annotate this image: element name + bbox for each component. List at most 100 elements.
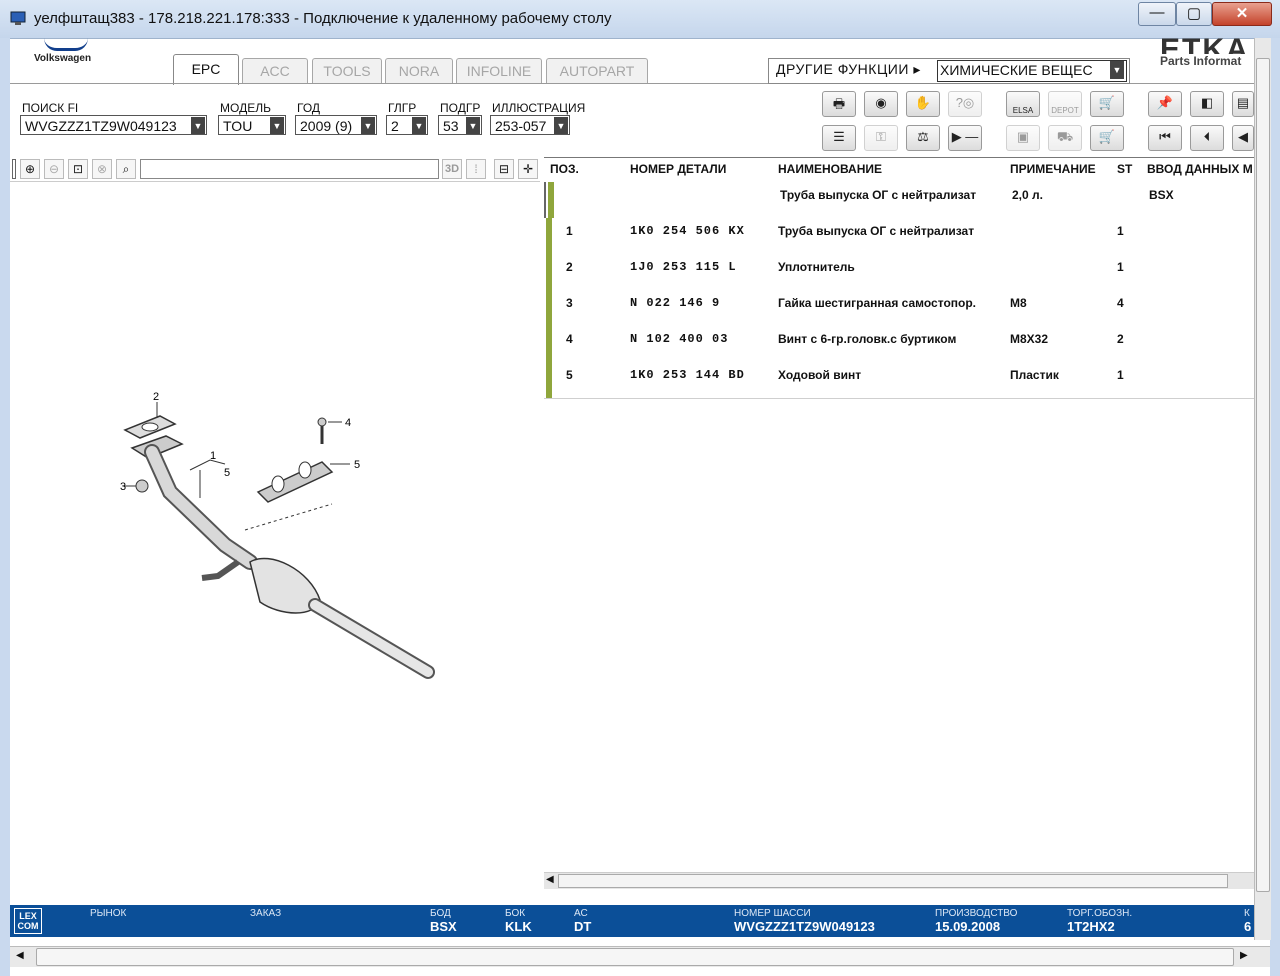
pin-button[interactable]: 📌	[1148, 91, 1182, 117]
scroll-right-icon[interactable]: ▶	[1240, 950, 1248, 961]
tab-tools[interactable]: TOOLS	[312, 58, 382, 83]
table-row[interactable]: 3 N 022 146 9 Гайка шестигранная самосто…	[544, 290, 1254, 327]
scale-button[interactable]: ⚖	[906, 125, 940, 151]
arrow-left-icon: ◀	[1238, 129, 1248, 144]
row-marker	[548, 182, 554, 218]
col-name[interactable]: НАИМЕНОВАНИЕ	[778, 162, 882, 176]
table-header-row[interactable]: Труба выпуска ОГ с нейтрализат 2,0 л. BS…	[544, 182, 1256, 219]
truck-icon: ⛟	[1056, 129, 1074, 144]
handshake-button[interactable]: ✋	[906, 91, 940, 117]
tab-infoline[interactable]: INFOLINE	[456, 58, 542, 83]
bracket-part[interactable]	[256, 461, 334, 503]
chevron-down-icon[interactable]: ▼	[361, 117, 375, 134]
chevron-down-icon[interactable]: ▼	[466, 117, 480, 134]
col-st[interactable]: ST	[1117, 162, 1132, 176]
image-search-input[interactable]	[140, 159, 439, 179]
zoom-out-icon[interactable]: ⊖	[44, 159, 64, 179]
tab-epc[interactable]: EPC	[173, 54, 239, 85]
other-functions-label[interactable]: ДРУГИЕ ФУНКЦИИ ▸	[776, 61, 921, 78]
screw-part[interactable]	[317, 417, 327, 427]
doc-button[interactable]: ▤	[1232, 91, 1254, 117]
model-select[interactable]: TOU ▼	[218, 115, 286, 135]
vertical-scroll-thumb[interactable]	[1256, 58, 1270, 892]
etka-subtitle: Parts Informat	[1160, 54, 1242, 68]
sub-group-label: ПОДГР	[440, 101, 481, 115]
table-row[interactable]: 4 N 102 400 03 Винт с 6-гр.головк.с бурт…	[544, 326, 1254, 363]
lexcom-logo: LEX COM	[14, 908, 42, 934]
callout-4: 4	[345, 417, 351, 429]
chassis-value: WVGZZZ1TZ9W049123	[734, 919, 875, 934]
illustration-label: ИЛЛЮСТРАЦИЯ	[492, 101, 586, 115]
col-part-number[interactable]: НОМЕР ДЕТАЛИ	[630, 162, 726, 176]
cart-button[interactable]: 🛒	[1090, 125, 1124, 151]
step-back-icon: ⏴	[1203, 129, 1211, 144]
market-label: РЫНОК	[90, 908, 127, 919]
tab-nora[interactable]: NORA	[385, 58, 453, 83]
print-button[interactable]: 🖶	[822, 91, 856, 117]
chevron-down-icon[interactable]: ▼	[191, 117, 205, 134]
illustration-select[interactable]: 253-057 ▼	[490, 115, 570, 135]
search-icon[interactable]: ⌕	[116, 159, 136, 179]
tab-acc[interactable]: ACC	[242, 58, 308, 83]
depot-button[interactable]: DEPOT	[1048, 91, 1082, 117]
book-icon: ◧	[1200, 95, 1214, 110]
key-icon: ⚿	[876, 129, 886, 144]
bod-value: BSX	[430, 919, 457, 934]
table-row[interactable]: 5 1K0 253 144 BD Ходовой винт Пластик 1	[544, 362, 1254, 399]
col-data-entry[interactable]: ВВОД ДАННЫХ М	[1147, 162, 1253, 176]
zoom-area-icon[interactable]: ⊗	[92, 159, 112, 179]
first-button[interactable]: ⏮	[1148, 125, 1182, 151]
monitor-icon: ▣	[1016, 129, 1030, 144]
play-button[interactable]: ▶ —	[948, 125, 982, 151]
trade-label: ТОРГ.ОБОЗН.	[1067, 908, 1133, 919]
zoom-fit-icon[interactable]: ⊡	[68, 159, 88, 179]
year-select[interactable]: 2009 (9) ▼	[295, 115, 377, 135]
close-button[interactable]: ✕	[1212, 2, 1272, 26]
list-button[interactable]: ☰	[822, 125, 856, 151]
sub-group-select[interactable]: 53 ▼	[438, 115, 482, 135]
previous-button[interactable]: ⏴	[1190, 125, 1224, 151]
zoom-in-icon[interactable]: ⊕	[20, 159, 40, 179]
table-scroll-thumb[interactable]	[558, 874, 1228, 888]
back-button[interactable]: ◀	[1232, 125, 1254, 151]
table-row[interactable]: 2 1J0 253 115 L Уплотнитель 1	[544, 254, 1254, 291]
row-marker	[546, 362, 552, 398]
book-back-button[interactable]: ◧	[1190, 91, 1224, 117]
brand-label: Volkswagen	[34, 53, 92, 64]
etka-logo: ETKA	[1160, 38, 1250, 54]
tab-autopart[interactable]: AUTOPART	[546, 58, 648, 83]
search-fi-field[interactable]: WVGZZZ1TZ9W049123 ▼	[20, 115, 207, 135]
monitor-button[interactable]: ▣	[1006, 125, 1040, 151]
help-button[interactable]: ?◎	[948, 91, 982, 117]
row-marker	[546, 254, 552, 290]
callout-1: 1	[210, 450, 216, 462]
3d-button[interactable]: 3D	[442, 159, 462, 179]
window-title: уелфштащ383 - 178.218.221.178:333 - Подк…	[34, 10, 612, 27]
scroll-left-icon[interactable]: ◀	[16, 950, 24, 961]
horizontal-scroll-thumb[interactable]	[36, 948, 1234, 966]
callout-5a: 5	[224, 467, 230, 479]
minimize-button[interactable]: —	[1138, 2, 1176, 26]
cart-add-button[interactable]: 🛒	[1090, 91, 1124, 117]
resize-icon[interactable]: ✛	[518, 159, 538, 179]
table-row[interactable]: 1 1K0 254 506 KX Труба выпуска ОГ с нейт…	[544, 218, 1254, 255]
chevron-down-icon[interactable]: ▼	[270, 117, 284, 134]
split-view-icon[interactable]: ⊟	[494, 159, 514, 179]
nut-part[interactable]	[135, 479, 149, 493]
col-note[interactable]: ПРИМЕЧАНИЕ	[1010, 162, 1096, 176]
chevron-down-icon[interactable]: ▼	[412, 117, 426, 134]
col-pos[interactable]: ПОЗ.	[550, 162, 579, 176]
key-button[interactable]: ⚿	[864, 125, 898, 151]
chevron-down-icon[interactable]: ▼	[554, 117, 568, 134]
truck-button[interactable]: ⛟	[1048, 125, 1082, 151]
main-group-select[interactable]: 2 ▼	[386, 115, 428, 135]
elsa-button[interactable]: ELSA	[1006, 91, 1040, 117]
scroll-left-icon[interactable]: ◀	[546, 874, 554, 885]
maximize-button[interactable]: ▢	[1176, 2, 1212, 26]
disc-button[interactable]: ◉	[864, 91, 898, 117]
chevron-down-icon[interactable]: ▼	[1110, 61, 1124, 79]
skip-first-icon: ⏮	[1159, 129, 1171, 144]
exhaust-diagram[interactable]: 2 1 5 4 5 3	[100, 380, 450, 690]
grid-icon[interactable]: ⁞	[466, 159, 486, 179]
panel-grip[interactable]	[12, 159, 16, 179]
